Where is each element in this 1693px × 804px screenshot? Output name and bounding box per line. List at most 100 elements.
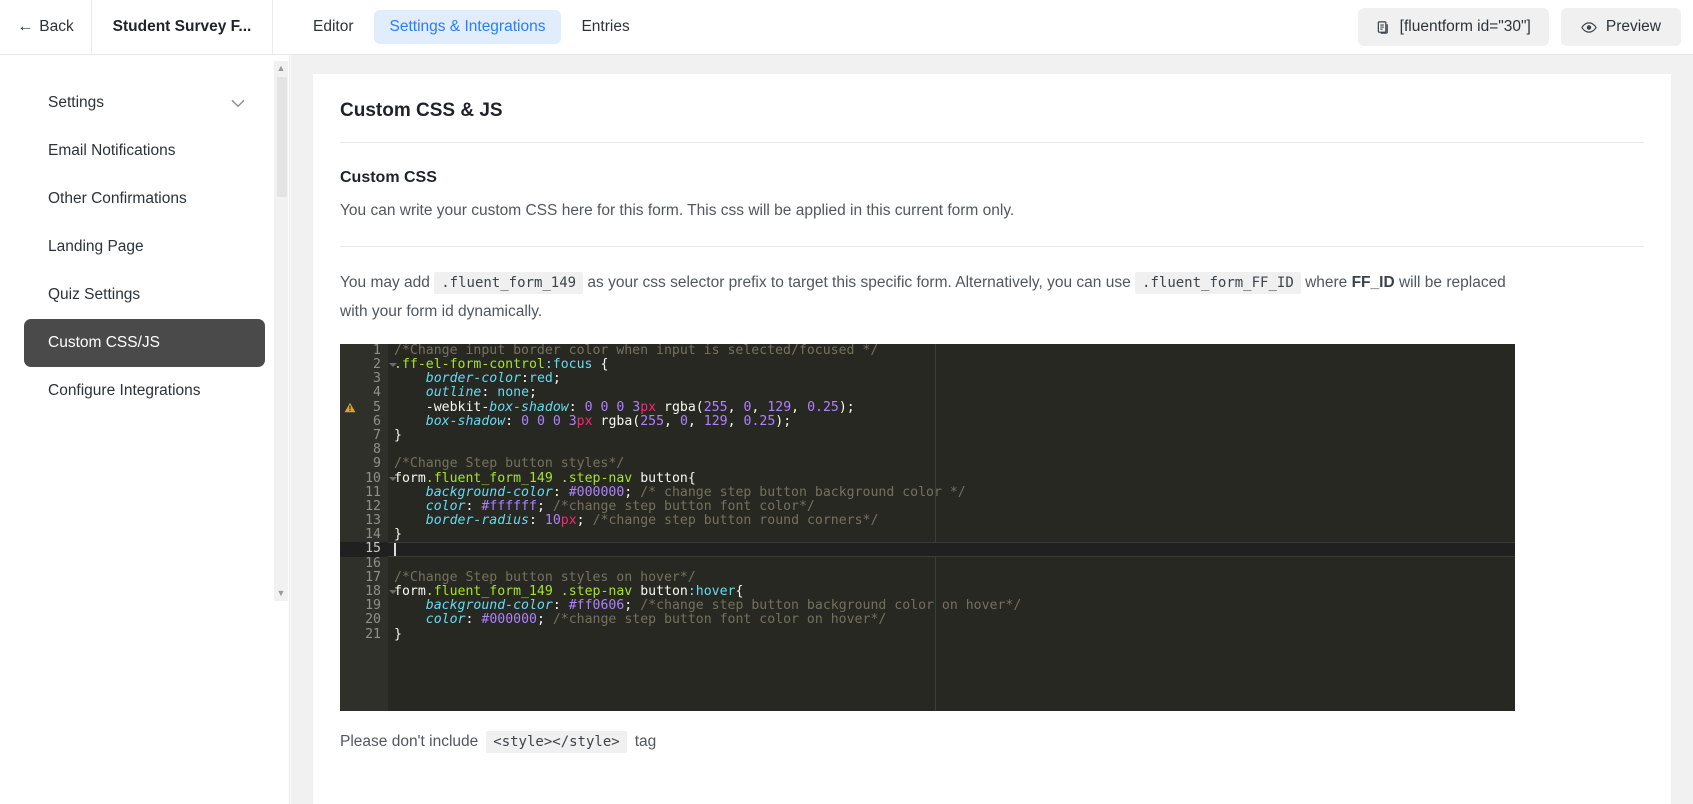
hint-bold-ff-id: FF_ID — [1351, 274, 1395, 292]
gutter-line: 2 — [340, 357, 397, 372]
line-number: 9 — [373, 456, 381, 472]
line-number: 11 — [365, 484, 381, 500]
sidebar-scrollbar-thumb[interactable] — [277, 77, 287, 197]
sidebar-item-settings[interactable]: Settings — [24, 79, 265, 127]
sidebar-item-email-notifications[interactable]: Email Notifications — [24, 127, 265, 175]
custom-css-editor[interactable]: 1 2 3 4 5 6 7 8 9 10 11 12 13 14 15 16 1… — [340, 343, 1515, 711]
gutter-line: 17 — [340, 569, 388, 585]
line-number: 17 — [365, 569, 381, 585]
gutter-line-active: 15 — [340, 542, 388, 557]
code-line[interactable]: } — [388, 428, 1515, 443]
code-line[interactable]: outline: none; — [388, 386, 1515, 400]
gutter-line: 14 — [340, 528, 388, 542]
hint-part-2: as your css selector prefix to target th… — [587, 274, 1131, 292]
eye-icon — [1581, 21, 1597, 34]
preview-button[interactable]: Preview — [1560, 8, 1681, 46]
code-line[interactable]: } — [388, 528, 1515, 542]
gutter-line: 13 — [340, 513, 388, 529]
text-cursor — [394, 542, 396, 556]
code-line[interactable]: form.fluent_form_149 .step-nav button{ — [388, 471, 1515, 486]
code-line[interactable]: .ff-el-form-control:focus { — [388, 357, 1515, 372]
code-line[interactable]: border-color:red; — [388, 372, 1515, 386]
footnote-part-2: tag — [634, 732, 657, 750]
code-line-active[interactable] — [388, 542, 1515, 557]
footnote-part-1: Please don't include — [340, 732, 479, 750]
gutter-line: 19 — [340, 598, 388, 614]
editor-code-area[interactable]: /*Change input border color when input i… — [388, 343, 1515, 711]
code-line[interactable]: /*Change input border color when input i… — [388, 344, 1515, 358]
tab-editor[interactable]: Editor — [297, 10, 370, 45]
tab-settings-integrations[interactable]: Settings & Integrations — [373, 9, 562, 45]
code-line[interactable]: color: #000000; /*change step button fon… — [388, 613, 1515, 627]
hint-part-3: where — [1305, 274, 1348, 292]
sidebar-item-quiz-settings[interactable]: Quiz Settings — [24, 271, 265, 319]
sidebar-item-landing-page[interactable]: Landing Page — [24, 223, 265, 271]
code-line[interactable]: box-shadow: 0 0 0 3px rgba(255, 0, 129, … — [388, 414, 1515, 429]
line-number: 21 — [365, 626, 381, 642]
code-line[interactable]: color: #ffffff; /*change step button fon… — [388, 499, 1515, 514]
shortcode-text: [fluentform id="30"] — [1399, 18, 1531, 35]
code-line[interactable]: } — [388, 627, 1515, 642]
preview-label: Preview — [1605, 18, 1661, 35]
shortcode-button[interactable]: [fluentform id="30"] — [1357, 8, 1549, 46]
gutter-line: 12 — [340, 498, 388, 514]
line-number: 5 — [373, 399, 381, 415]
custom-css-js-card: Custom CSS & JS Custom CSS You can write… — [313, 74, 1671, 804]
top-bar: ← Back Student Survey F... Editor Settin… — [0, 0, 1693, 55]
tab-entries[interactable]: Entries — [565, 10, 645, 45]
chevron-down-icon — [231, 99, 245, 108]
gutter-line: 3 — [340, 371, 388, 387]
back-button[interactable]: ← Back — [0, 0, 92, 54]
gutter-line: 11 — [340, 484, 388, 500]
code-line[interactable]: background-color: #000000; /* change ste… — [388, 485, 1515, 500]
code-line[interactable] — [388, 557, 1515, 571]
gutter-line: 1 — [340, 344, 388, 358]
page-title: Custom CSS & JS — [340, 96, 1644, 143]
code-line[interactable]: background-color: #ff0606; /*change step… — [388, 599, 1515, 613]
divider — [340, 246, 1644, 248]
gutter-line: 7 — [340, 427, 388, 443]
custom-css-description: You can write your custom CSS here for t… — [340, 202, 1015, 219]
gutter-line: 9 — [340, 457, 388, 471]
line-number: 4 — [373, 385, 381, 401]
code-line[interactable]: /*Change Step button styles*/ — [388, 457, 1515, 471]
main-content: Custom CSS & JS Custom CSS You can write… — [291, 55, 1693, 804]
main-tabs: Editor Settings & Integrations Entries — [273, 0, 646, 54]
line-number: 18 — [365, 584, 381, 599]
gutter-line: 16 — [340, 555, 388, 571]
code-line[interactable]: form.fluent_form_149 .step-nav button:ho… — [388, 584, 1515, 599]
line-number: 3 — [373, 371, 381, 387]
line-number: 8 — [373, 442, 381, 458]
selector-code-ff-id: .fluent_form_FF_ID — [1135, 272, 1301, 295]
code-line[interactable]: -webkit-box-shadow: 0 0 0 3px rgba(255, … — [388, 400, 1515, 415]
line-number: 7 — [373, 427, 381, 443]
code-line[interactable]: border-radius: 10px; /*change step butto… — [388, 513, 1515, 528]
gutter-line: 6 — [340, 413, 388, 429]
line-number: 20 — [365, 612, 381, 628]
sidebar: Settings Email Notifications Other Confi… — [0, 55, 290, 804]
sidebar-item-custom-css-js[interactable]: Custom CSS/JS — [24, 319, 265, 367]
line-number: 16 — [365, 555, 381, 571]
sidebar-item-other-confirmations[interactable]: Other Confirmations — [24, 175, 265, 223]
selector-code-form-id: .fluent_form_149 — [434, 272, 584, 295]
scroll-down-icon[interactable]: ▼ — [277, 586, 286, 601]
line-number: 6 — [373, 413, 381, 429]
code-line[interactable]: /*Change Step button styles on hover*/ — [388, 570, 1515, 585]
line-number: 13 — [365, 513, 381, 529]
gutter-line: 5 — [340, 399, 388, 415]
gutter-line: 18 — [340, 584, 397, 599]
line-number: 12 — [365, 498, 381, 514]
form-title-container: Student Survey F... — [92, 0, 273, 54]
sidebar-item-configure-integrations[interactable]: Configure Integrations — [24, 367, 265, 415]
line-number: 14 — [365, 527, 381, 543]
custom-css-label: Custom CSS — [340, 169, 437, 186]
form-title: Student Survey F... — [112, 18, 252, 35]
code-line[interactable] — [388, 443, 1515, 457]
scroll-up-icon[interactable]: ▲ — [277, 61, 286, 76]
sidebar-item-label: Settings — [48, 94, 105, 111]
gutter-line: 4 — [340, 386, 388, 400]
warning-icon — [344, 402, 356, 413]
copy-icon — [1376, 20, 1391, 35]
line-number: 19 — [365, 598, 381, 614]
gutter-line: 8 — [340, 442, 388, 458]
